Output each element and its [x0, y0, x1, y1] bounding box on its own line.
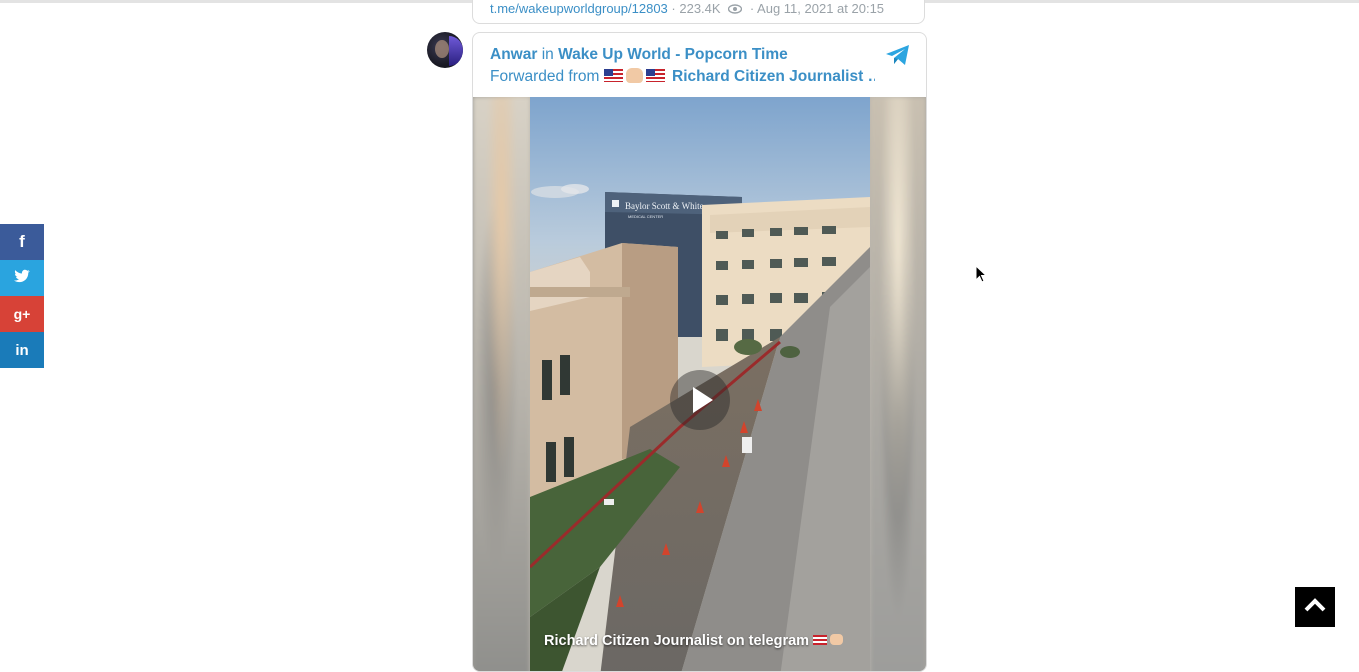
googleplus-share-button[interactable]: g+: [0, 296, 44, 332]
googleplus-icon: g+: [13, 306, 31, 322]
facebook-icon: f: [19, 232, 25, 251]
mouse-cursor-icon: [975, 264, 988, 288]
svg-text:MEDICAL CENTER: MEDICAL CENTER: [628, 214, 663, 219]
avatar[interactable]: [427, 32, 463, 68]
linkedin-share-button[interactable]: in: [0, 332, 44, 368]
video-frame[interactable]: Baylor Scott & White MEDICAL CENTER Rich…: [530, 97, 870, 671]
facebook-share-button[interactable]: f: [0, 224, 44, 260]
video-caption: Richard Citizen Journalist on telegram: [544, 633, 844, 649]
forwarded-source[interactable]: Richard Citizen Journalist …: [672, 68, 875, 85]
previous-post-footer: t.me/wakeupworldgroup/12803 · 223.4K · A…: [490, 1, 885, 17]
blurred-backdrop-left: [473, 97, 530, 671]
share-bar: f g+ in: [0, 224, 44, 368]
post-title-line: Anwar in Wake Up World - Popcorn Time: [490, 46, 890, 64]
twitter-share-button[interactable]: [0, 260, 44, 296]
previous-post-card: t.me/wakeupworldgroup/12803 · 223.4K · A…: [472, 0, 925, 24]
chevron-up-icon: [1303, 597, 1327, 618]
us-flag-icon: [813, 635, 828, 645]
building-sign: Baylor Scott & White: [625, 201, 704, 211]
back-to-top-button[interactable]: [1295, 587, 1335, 627]
video-thumbnail[interactable]: Baylor Scott & White MEDICAL CENTER Rich…: [473, 97, 926, 671]
linkedin-icon: in: [15, 341, 29, 359]
forwarded-line: Forwarded from Richard Citizen Journalis…: [490, 68, 875, 86]
eye-icon: [727, 2, 743, 17]
us-flag-icon: [645, 69, 665, 82]
us-flag-icon: [603, 69, 623, 82]
blurred-backdrop-right: [870, 97, 926, 671]
author-name[interactable]: Anwar: [490, 46, 537, 63]
group-name[interactable]: Wake Up World - Popcorn Time: [558, 46, 788, 63]
post-header: Anwar in Wake Up World - Popcorn Time Fo…: [490, 46, 890, 86]
fist-icon: [830, 634, 844, 645]
previous-post-views: 223.4K: [679, 1, 721, 16]
telegram-icon[interactable]: [885, 44, 911, 66]
forwarded-label: Forwarded from: [490, 68, 600, 85]
in-label: in: [541, 46, 554, 63]
twitter-icon: [14, 268, 30, 288]
play-button[interactable]: [670, 370, 730, 430]
fist-icon: [625, 68, 643, 83]
previous-post-link[interactable]: t.me/wakeupworldgroup/12803: [490, 1, 668, 16]
previous-post-date[interactable]: Aug 11, 2021 at 20:15: [757, 1, 884, 16]
post-card: Anwar in Wake Up World - Popcorn Time Fo…: [472, 32, 927, 672]
